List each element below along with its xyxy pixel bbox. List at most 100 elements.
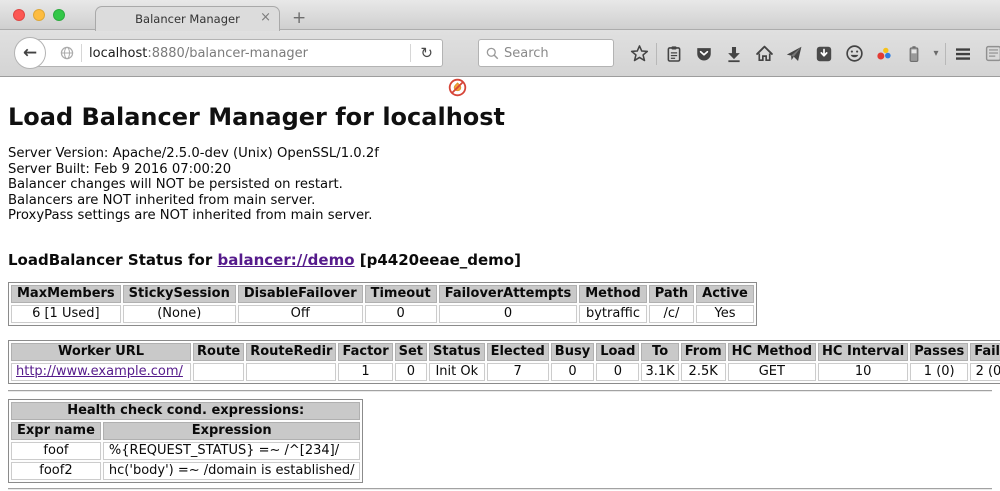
tab-title: Balancer Manager: [135, 12, 240, 26]
download-helper-icon[interactable]: [809, 30, 839, 77]
column-header: Factor: [338, 343, 392, 361]
search-bar[interactable]: [478, 39, 614, 67]
browser-window: Balancer Manager × + ← localhost:8880/ba…: [0, 0, 1000, 491]
cell-hc-method: GET: [728, 363, 816, 381]
url-domain: localhost: [89, 46, 147, 61]
column-header: Elected: [487, 343, 549, 361]
cell-path: /c/: [649, 305, 694, 323]
column-header: Method: [579, 285, 646, 303]
column-header: MaxMembers: [11, 285, 121, 303]
reload-icon[interactable]: ↻: [410, 44, 442, 62]
cell-routeredir: [246, 363, 336, 381]
pocket-icon[interactable]: [689, 30, 719, 77]
column-header: Passes: [910, 343, 968, 361]
column-header: Fails: [970, 343, 1000, 361]
table-row: foof2 hc('body') =~ /domain is establish…: [11, 462, 360, 480]
column-header: Expression: [103, 422, 361, 440]
column-header: Route: [193, 343, 244, 361]
column-header: Load: [596, 343, 639, 361]
plugin-blocked-icon[interactable]: [448, 78, 467, 101]
back-button[interactable]: ←: [14, 37, 46, 69]
table-header-row: Worker URL Route RouteRedir Factor Set S…: [11, 343, 1000, 361]
table-row: foof %{REQUEST_STATUS} =~ /^[234]/: [11, 442, 360, 460]
maximize-window-button[interactable]: [53, 9, 65, 21]
downloads-icon[interactable]: [719, 30, 749, 77]
toolbar-buttons: ▾: [624, 30, 1000, 77]
server-built-line: Server Built: Feb 9 2016 07:00:20: [8, 162, 992, 178]
column-header: HC Method: [728, 343, 816, 361]
page-title: Load Balancer Manager for localhost: [8, 77, 992, 131]
cell-failoverattempts: 0: [439, 305, 578, 323]
column-header: Status: [429, 343, 485, 361]
cell-passes: 1 (0): [910, 363, 968, 381]
cell-expression: %{REQUEST_STATUS} =~ /^[234]/: [103, 442, 361, 460]
proxypass-notice-line: ProxyPass settings are NOT inherited fro…: [8, 208, 992, 224]
cell-timeout: 0: [365, 305, 437, 323]
new-tab-button[interactable]: +: [292, 8, 306, 28]
column-header: Timeout: [365, 285, 437, 303]
worker-url-link[interactable]: http://www.example.com/: [16, 364, 183, 379]
tab-close-icon[interactable]: ×: [260, 10, 271, 25]
search-input[interactable]: [504, 46, 604, 61]
cell-maxmembers: 6 [1 Used]: [11, 305, 121, 323]
cell-stickysession: (None): [123, 305, 236, 323]
column-header: FailoverAttempts: [439, 285, 578, 303]
balancer-summary-table: MaxMembers StickySession DisableFailover…: [8, 282, 757, 326]
column-header: Set: [395, 343, 427, 361]
balancer-demo-link[interactable]: balancer://demo: [217, 251, 354, 269]
cell-expr-name: foof: [11, 442, 101, 460]
url-bar[interactable]: localhost:8880/balancer-manager ↻: [30, 39, 443, 67]
titlebar: Balancer Manager × +: [0, 0, 1000, 30]
overflow-caret-icon[interactable]: ▾: [929, 48, 943, 59]
battery-extension-icon[interactable]: [899, 30, 929, 77]
sidebar-pages-icon[interactable]: [978, 30, 1000, 77]
cell-active: Yes: [696, 305, 754, 323]
inherit-notice-line: Balancers are NOT inherited from main se…: [8, 193, 992, 209]
cell-elected: 7: [487, 363, 549, 381]
persist-notice-line: Balancer changes will NOT be persisted o…: [8, 177, 992, 193]
urlbar-divider: [81, 44, 82, 62]
cell-disablefailover: Off: [238, 305, 363, 323]
cell-expr-name: foof2: [11, 462, 101, 480]
window-controls: [13, 9, 65, 21]
column-header: Path: [649, 285, 694, 303]
emoji-extension-icon[interactable]: [839, 30, 869, 77]
search-icon: [485, 46, 500, 61]
column-header: To: [641, 343, 678, 361]
cell-method: bytraffic: [579, 305, 646, 323]
url-path: :8880/balancer-manager: [147, 46, 308, 61]
server-version-line: Server Version: Apache/2.5.0-dev (Unix) …: [8, 146, 992, 162]
cell-hc-interval: 10: [818, 363, 908, 381]
cell-busy: 0: [551, 363, 594, 381]
column-header: HC Interval: [818, 343, 908, 361]
cell-set: 0: [395, 363, 427, 381]
column-header: Busy: [551, 343, 594, 361]
colordots-extension-icon[interactable]: [869, 30, 899, 77]
bookmark-star-icon[interactable]: [624, 30, 654, 77]
menu-hamburger-icon[interactable]: [948, 30, 978, 77]
tab-balancer-manager[interactable]: Balancer Manager ×: [95, 6, 280, 31]
column-header: DisableFailover: [238, 285, 363, 303]
bottom-divider: [8, 488, 992, 490]
cell-expression: hc('body') =~ /domain is established/: [103, 462, 361, 480]
cell-to: 3.1K: [641, 363, 678, 381]
home-icon[interactable]: [749, 30, 779, 77]
cell-from: 2.5K: [681, 363, 726, 381]
navigation-toolbar: ← localhost:8880/balancer-manager ↻: [0, 30, 1000, 77]
clipboard-icon[interactable]: [659, 30, 689, 77]
close-window-button[interactable]: [13, 9, 25, 21]
column-header: RouteRedir: [246, 343, 336, 361]
cell-route: [193, 363, 244, 381]
divider: [8, 390, 992, 392]
health-table-title: Health check cond. expressions:: [11, 402, 360, 420]
column-header: Expr name: [11, 422, 101, 440]
globe-icon: [57, 30, 77, 77]
column-header: Active: [696, 285, 754, 303]
cell-worker-url: http://www.example.com/: [11, 363, 191, 381]
table-header-row: MaxMembers StickySession DisableFailover…: [11, 285, 754, 303]
minimize-window-button[interactable]: [33, 9, 45, 21]
send-page-icon[interactable]: [779, 30, 809, 77]
column-header: StickySession: [123, 285, 236, 303]
server-info: Server Version: Apache/2.5.0-dev (Unix) …: [8, 146, 992, 224]
cell-status: Init Ok: [429, 363, 485, 381]
